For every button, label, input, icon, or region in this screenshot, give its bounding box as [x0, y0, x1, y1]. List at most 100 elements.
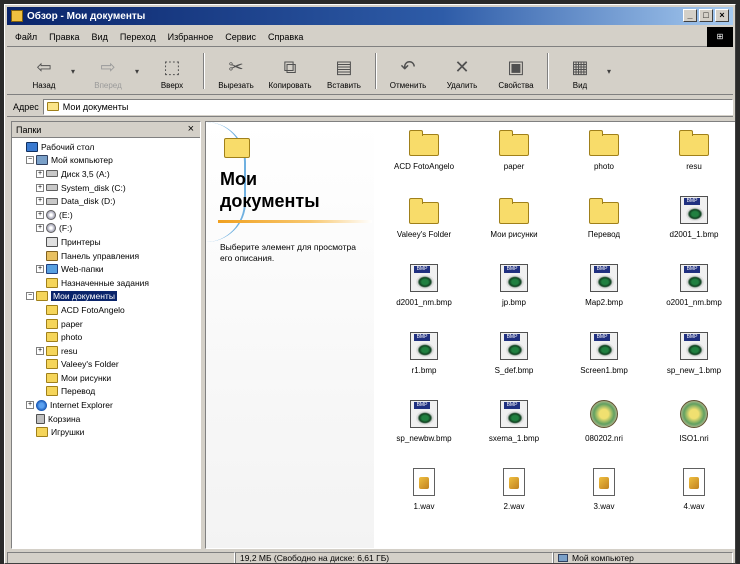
collapse-icon[interactable]: −: [26, 292, 34, 301]
cut-button[interactable]: ✂ Вырезать: [209, 49, 263, 93]
back-button[interactable]: ⇦ Назад: [17, 49, 71, 93]
file-item[interactable]: paper: [466, 126, 562, 186]
file-item[interactable]: BMP d2001_nm.bmp: [376, 262, 472, 322]
tree-item[interactable]: Назначенные задания: [12, 276, 200, 290]
expand-icon[interactable]: +: [36, 210, 44, 219]
wav-audio-icon: [683, 468, 705, 496]
tree-item[interactable]: Принтеры: [12, 235, 200, 249]
up-button[interactable]: ⬚ Вверх: [145, 49, 199, 93]
tree-item[interactable]: Корзина: [12, 412, 200, 426]
file-item[interactable]: 4.wav: [646, 466, 735, 526]
eye-graphic: [686, 207, 704, 221]
file-icon-box: BMP: [408, 330, 440, 362]
properties-label: Свойства: [498, 81, 534, 90]
file-item[interactable]: BMP r1.bmp: [376, 330, 472, 390]
tree-item[interactable]: + Web-папки: [12, 262, 200, 276]
tree-item[interactable]: Valeey's Folder: [12, 358, 200, 372]
file-item[interactable]: photo: [556, 126, 652, 186]
expand-icon[interactable]: +: [36, 224, 44, 233]
file-name: Screen1.bmp: [580, 366, 628, 375]
tree-item[interactable]: + Internet Explorer: [12, 398, 200, 412]
expand-icon[interactable]: +: [36, 197, 44, 206]
menu-tools[interactable]: Сервис: [225, 32, 256, 42]
menu-edit[interactable]: Правка: [49, 32, 79, 42]
bitmap-image-icon: BMP: [500, 400, 528, 428]
tree-item[interactable]: + (E:): [12, 208, 200, 222]
file-icon-box: [588, 398, 620, 430]
window-controls: _ □ ×: [683, 9, 729, 22]
tree-item[interactable]: Игрушки: [12, 425, 200, 439]
delete-button[interactable]: ✕ Удалить: [435, 49, 489, 93]
file-item[interactable]: 2.wav: [466, 466, 562, 526]
menu-view[interactable]: Вид: [92, 32, 108, 42]
back-dropdown-icon[interactable]: ▾: [71, 67, 81, 76]
file-item[interactable]: Перевод: [556, 194, 652, 254]
file-item[interactable]: BMP S_def.bmp: [466, 330, 562, 390]
file-item[interactable]: ISO1.nri: [646, 398, 735, 458]
tree-item[interactable]: Перевод: [12, 385, 200, 399]
toolbar-separator: [375, 53, 377, 89]
file-item[interactable]: Valeey's Folder: [376, 194, 472, 254]
file-item[interactable]: BMP Map2.bmp: [556, 262, 652, 322]
paste-button[interactable]: ▤ Вставить: [317, 49, 371, 93]
tree-item[interactable]: + (F:): [12, 222, 200, 236]
file-item[interactable]: 3.wav: [556, 466, 652, 526]
file-item[interactable]: BMP jp.bmp: [466, 262, 562, 322]
tree-item[interactable]: paper: [12, 317, 200, 331]
view-dropdown-icon[interactable]: ▾: [607, 67, 617, 76]
expand-icon[interactable]: +: [36, 169, 44, 178]
folder-icon: [224, 138, 250, 158]
file-name: 080202.nri: [585, 434, 623, 443]
menu-file[interactable]: Файл: [15, 32, 37, 42]
forward-button[interactable]: ⇨ Вперед: [81, 49, 135, 93]
view-button[interactable]: ▦ Вид: [553, 49, 607, 93]
panel-close-icon[interactable]: ×: [188, 123, 194, 135]
collapse-icon[interactable]: −: [26, 156, 34, 165]
copy-button[interactable]: ⧉ Копировать: [263, 49, 317, 93]
file-item[interactable]: 080202.nri: [556, 398, 652, 458]
menu-favorites[interactable]: Избранное: [168, 32, 214, 42]
tree-item[interactable]: Рабочий стол: [12, 140, 200, 154]
folders-panel-title: Папки: [16, 124, 42, 135]
file-item[interactable]: BMP d2001_1.bmp: [646, 194, 735, 254]
folder-icon: [46, 372, 58, 383]
maximize-button[interactable]: □: [699, 9, 713, 22]
tree-item[interactable]: + Data_disk (D:): [12, 194, 200, 208]
undo-button[interactable]: ↶ Отменить: [381, 49, 435, 93]
file-item[interactable]: BMP sp_new_1.bmp: [646, 330, 735, 390]
eye-graphic: [506, 411, 524, 425]
folder-icon: [46, 386, 58, 397]
expand-icon[interactable]: +: [36, 346, 44, 355]
file-item[interactable]: BMP o2001_nm.bmp: [646, 262, 735, 322]
file-item[interactable]: Мои рисунки: [466, 194, 562, 254]
properties-button[interactable]: ▣ Свойства: [489, 49, 543, 93]
expand-icon[interactable]: +: [26, 401, 34, 410]
file-item[interactable]: BMP sp_newbw.bmp: [376, 398, 472, 458]
tree-item[interactable]: Панель управления: [12, 249, 200, 263]
tree-item[interactable]: − Мой компьютер: [12, 154, 200, 168]
file-item[interactable]: 1.wav: [376, 466, 472, 526]
tree-item[interactable]: + Диск 3,5 (A:): [12, 167, 200, 181]
view-grid-icon: ▦: [571, 57, 589, 78]
tree-item[interactable]: − Мои документы: [12, 290, 200, 304]
file-item[interactable]: ACD FotoAngelo: [376, 126, 472, 186]
file-item[interactable]: BMP Screen1.bmp: [556, 330, 652, 390]
file-item[interactable]: BMP sxema_1.bmp: [466, 398, 562, 458]
close-button[interactable]: ×: [715, 9, 729, 22]
tree-item[interactable]: ACD FotoAngelo: [12, 303, 200, 317]
tree-item[interactable]: Мои рисунки: [12, 371, 200, 385]
expand-icon[interactable]: +: [36, 183, 44, 192]
minimize-button[interactable]: _: [683, 9, 697, 22]
tree-item[interactable]: photo: [12, 330, 200, 344]
folder-icon: [589, 130, 619, 156]
tree-item[interactable]: + System_disk (C:): [12, 181, 200, 195]
file-icon-box: BMP: [588, 262, 620, 294]
menu-go[interactable]: Переход: [120, 32, 156, 42]
file-item[interactable]: resu: [646, 126, 735, 186]
expand-icon[interactable]: +: [36, 265, 44, 274]
address-field[interactable]: Мои документы: [42, 98, 733, 115]
address-value: Мои документы: [62, 101, 129, 112]
forward-dropdown-icon[interactable]: ▾: [135, 67, 145, 76]
tree-item[interactable]: + resu: [12, 344, 200, 358]
menu-help[interactable]: Справка: [268, 32, 303, 42]
